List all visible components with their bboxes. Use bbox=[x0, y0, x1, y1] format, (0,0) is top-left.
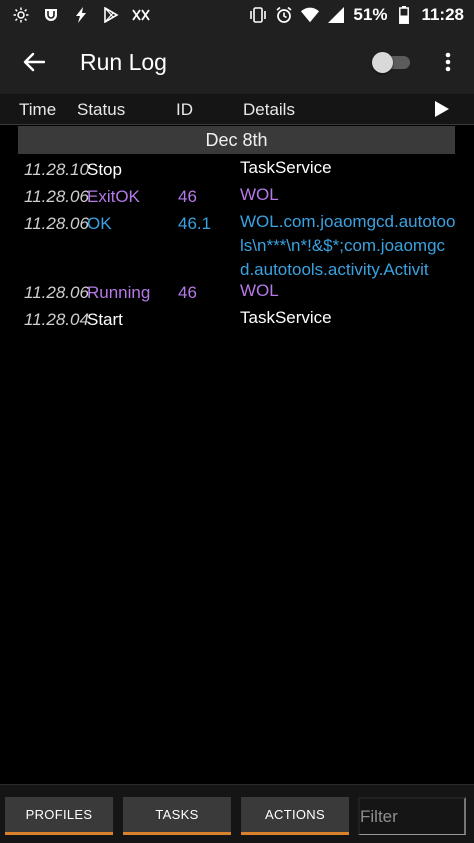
bottom-bar: PROFILES TASKS ACTIONS bbox=[0, 784, 474, 843]
log-time: 11.28.10 bbox=[24, 160, 89, 179]
column-details[interactable]: Details bbox=[243, 100, 295, 120]
filter-input[interactable] bbox=[358, 797, 466, 835]
log-id: 46 bbox=[178, 187, 197, 206]
log-time: 11.28.04 bbox=[24, 310, 89, 329]
log-enabled-toggle[interactable] bbox=[372, 52, 412, 73]
wifi-icon bbox=[301, 6, 320, 24]
play-store-icon bbox=[102, 6, 120, 24]
back-button[interactable] bbox=[16, 44, 52, 80]
overflow-menu-button[interactable] bbox=[436, 44, 460, 80]
link-icon bbox=[132, 6, 150, 24]
bolt-icon bbox=[72, 6, 90, 24]
brightness-icon bbox=[12, 6, 30, 24]
status-bar: 51% 11:28 bbox=[0, 0, 474, 30]
tasks-button[interactable]: TASKS bbox=[123, 797, 231, 835]
log-status: Start bbox=[87, 310, 123, 329]
vibrate-icon bbox=[249, 6, 267, 24]
log-details: TaskService bbox=[240, 308, 332, 327]
log-details: TaskService bbox=[240, 158, 332, 177]
log-status: Stop bbox=[87, 160, 122, 179]
more-vertical-icon bbox=[445, 52, 451, 72]
log-status: Running bbox=[87, 283, 151, 302]
log-time: 11.28.06 bbox=[24, 187, 89, 206]
column-id[interactable]: ID bbox=[176, 100, 193, 120]
clock: 11:28 bbox=[421, 5, 464, 24]
log-details: WOL bbox=[240, 185, 279, 204]
log-id: 46 bbox=[178, 283, 197, 302]
arrow-left-icon bbox=[23, 52, 45, 72]
actions-button[interactable]: ACTIONS bbox=[241, 797, 349, 835]
play-icon[interactable] bbox=[434, 100, 450, 118]
battery-icon bbox=[395, 6, 413, 24]
date-group-header: Dec 8th bbox=[18, 126, 455, 154]
alarm-icon bbox=[275, 6, 293, 24]
profiles-button[interactable]: PROFILES bbox=[5, 797, 113, 835]
signal-icon bbox=[327, 6, 345, 24]
log-details: WOL.com.joaomgcd.autotools\n***\n*!&$*;c… bbox=[240, 212, 456, 279]
log-time: 11.28.06 bbox=[24, 214, 89, 233]
log-details: WOL bbox=[240, 281, 279, 300]
log-id: 46.1 bbox=[178, 214, 212, 233]
column-status[interactable]: Status bbox=[77, 100, 125, 120]
column-header: Time Status ID Details bbox=[0, 94, 474, 125]
shield-icon bbox=[42, 6, 60, 24]
log-status: ExitOK bbox=[87, 187, 140, 206]
toggle-knob bbox=[372, 52, 393, 73]
log-status: OK bbox=[87, 214, 112, 233]
log-time: 11.28.06 bbox=[24, 283, 89, 302]
column-time[interactable]: Time bbox=[19, 100, 56, 120]
battery-percent: 51% bbox=[353, 5, 388, 24]
app-bar: Run Log bbox=[0, 30, 474, 94]
page-title: Run Log bbox=[80, 48, 167, 75]
